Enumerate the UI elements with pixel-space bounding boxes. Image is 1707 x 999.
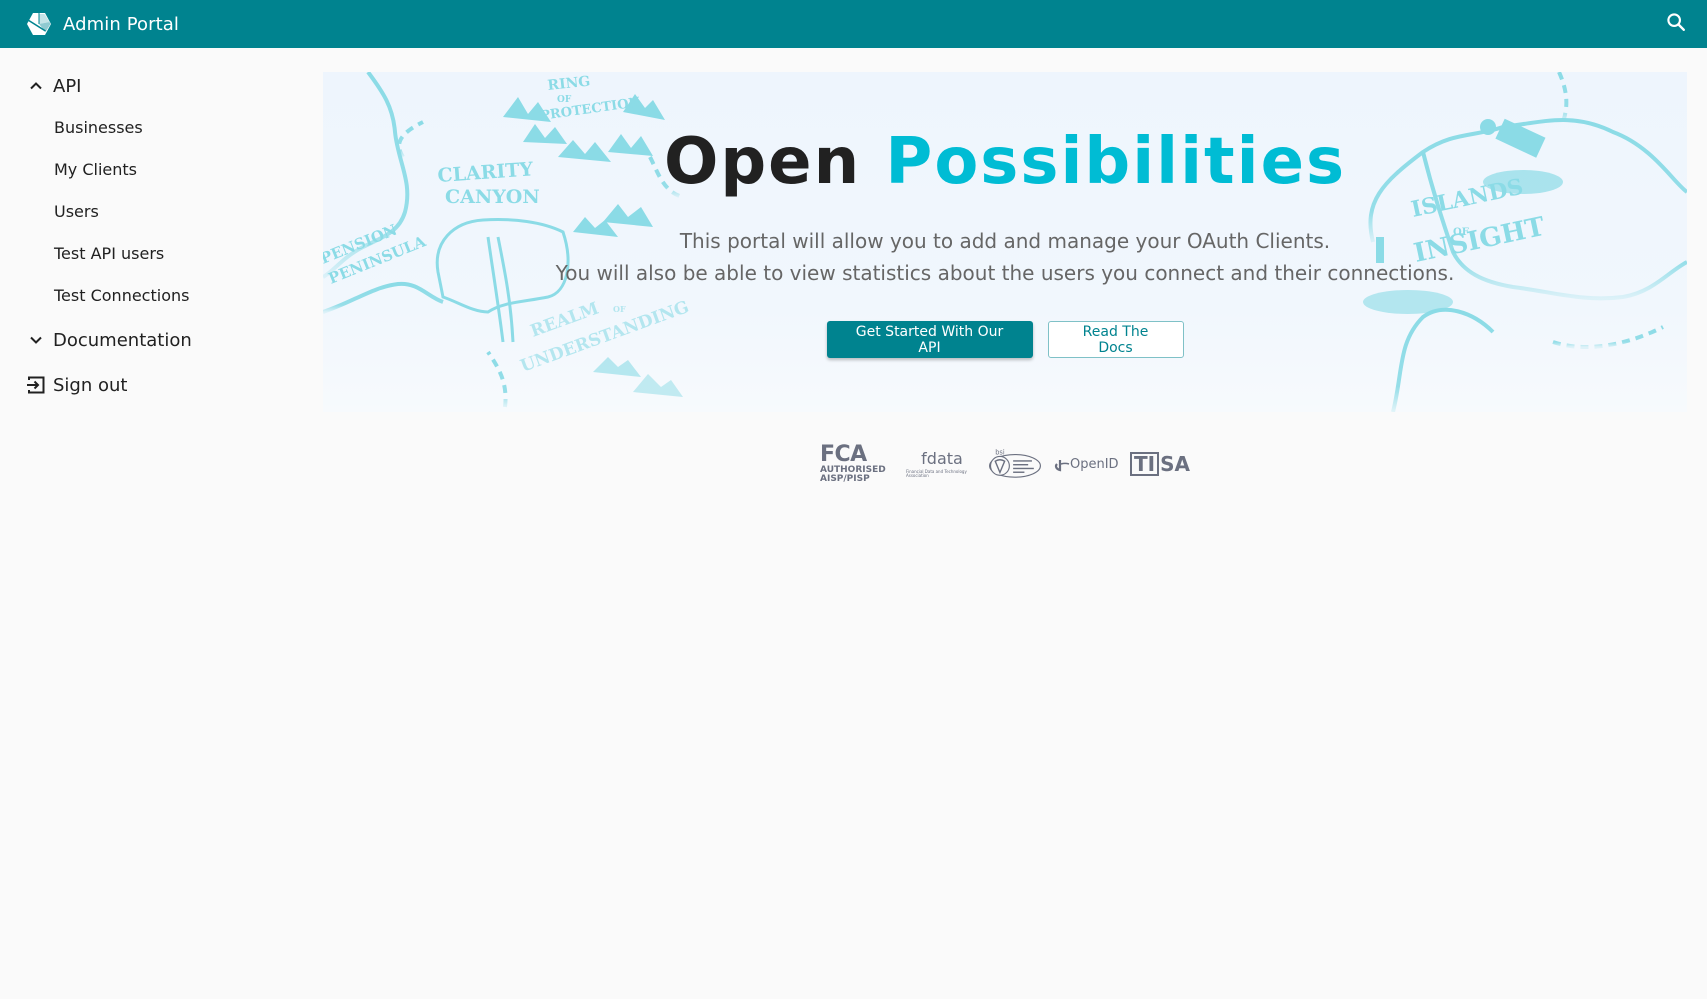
fca-logo: FCA AUTHORISED AISP/PISP	[820, 444, 904, 484]
top-app-bar: Admin Portal	[0, 0, 1707, 48]
hero-banner: RING OF PROTECTION CLARITY CANYON PENSIO…	[323, 72, 1687, 412]
brand-home-link[interactable]: Admin Portal	[26, 11, 179, 37]
accreditation-logos: FCA AUTHORISED AISP/PISP fdata Financial…	[820, 443, 1190, 485]
bsi-title: bsi	[995, 449, 1005, 457]
tisa-logo: TI SA	[1130, 452, 1190, 476]
tisa-box-text: TI	[1130, 452, 1160, 476]
bsi-kitemark-icon: bsi	[989, 449, 1041, 478]
search-icon	[1665, 11, 1687, 37]
hero-title-open: Open	[663, 125, 862, 199]
fdata-title: fdata	[921, 448, 963, 468]
sign-out-button[interactable]: Sign out	[0, 364, 310, 406]
sign-out-icon	[26, 375, 46, 395]
sidebar-group-label: Documentation	[53, 329, 192, 351]
tisa-rest-text: SA	[1160, 452, 1190, 476]
sidebar-group-api[interactable]: API	[0, 65, 310, 107]
app-title: Admin Portal	[63, 13, 180, 35]
bsi-iso-27001-logo: bsi	[986, 448, 1046, 480]
sidebar-item-my-clients[interactable]: My Clients	[0, 149, 310, 191]
hero-title: Open Possibilities	[323, 130, 1687, 194]
get-started-button[interactable]: Get Started With Our API	[826, 321, 1033, 358]
hero-title-possibilities: Possibilities	[885, 125, 1347, 199]
read-the-docs-button[interactable]: Read The Docs	[1047, 321, 1184, 358]
hexagon-pie-logo-icon	[26, 11, 52, 37]
hero-description-line-2: You will also be able to view statistics…	[555, 261, 1455, 285]
openid-icon	[1054, 460, 1070, 472]
fdata-subtitle: Financial Data and Technology Associatio…	[906, 468, 967, 478]
sidebar-group-documentation[interactable]: Documentation	[0, 319, 310, 361]
openid-title: OpenID	[1070, 456, 1119, 472]
sidebar-item-users[interactable]: Users	[0, 191, 310, 233]
chevron-up-icon	[26, 76, 46, 96]
fca-title: FCA	[820, 442, 867, 467]
sidebar-item-test-connections[interactable]: Test Connections	[0, 275, 310, 317]
openid-logo: OpenID	[1054, 456, 1130, 472]
sidebar-item-test-api-users[interactable]: Test API users	[0, 233, 310, 275]
hero-content: Open Possibilities This portal will allo…	[323, 72, 1687, 412]
hero-actions: Get Started With Our API Read The Docs	[323, 321, 1687, 358]
search-button[interactable]	[1663, 11, 1689, 37]
sidebar-item-businesses[interactable]: Businesses	[0, 107, 310, 149]
fdata-logo: fdata Financial Data and Technology Asso…	[906, 448, 978, 478]
sidebar-nav: API Businesses My Clients Users Test API…	[0, 48, 310, 999]
hero-description-line-1: This portal will allow you to add and ma…	[679, 229, 1331, 253]
sign-out-label: Sign out	[53, 374, 128, 396]
fca-line-2: AISP/PISP	[820, 474, 870, 484]
chevron-down-icon	[26, 330, 46, 350]
sidebar-group-label: API	[53, 75, 82, 97]
